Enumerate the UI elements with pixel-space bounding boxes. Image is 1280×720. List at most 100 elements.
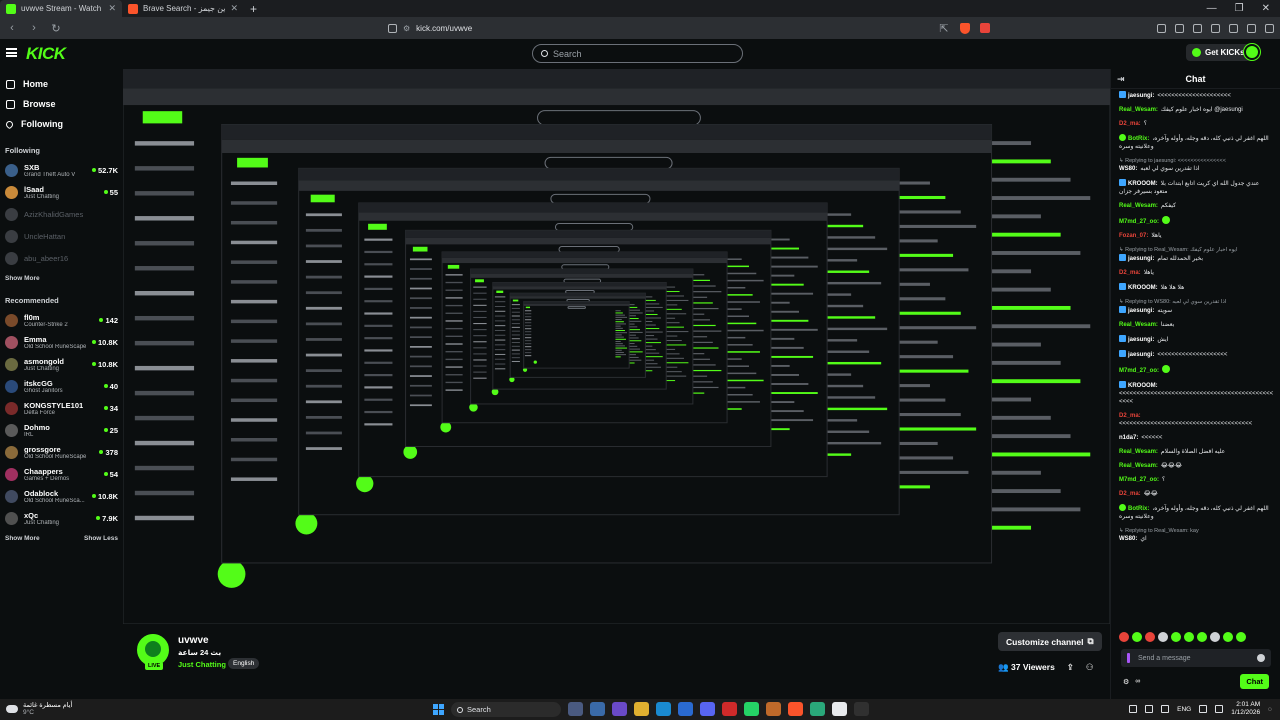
emote-icon[interactable]	[1223, 632, 1233, 642]
infinity-icon[interactable]: ∞	[1135, 678, 1140, 685]
stream-category[interactable]: Just Chatting	[178, 660, 226, 669]
task-view-icon[interactable]	[568, 702, 583, 716]
chat-username[interactable]: Real_Wesam:	[1119, 463, 1158, 469]
browser-tab-brave-search[interactable]: Brave Search - بكاين جيمز ✕	[122, 0, 244, 17]
tray-app-icon[interactable]	[1161, 705, 1170, 713]
app-icon[interactable]	[810, 702, 825, 716]
chat-message[interactable]: jaesungi: ايش	[1119, 335, 1274, 344]
share-icon[interactable]: ⇱	[938, 22, 950, 35]
chat-username[interactable]: jaesungi:	[1128, 337, 1154, 343]
customize-channel-button[interactable]: Customize channel ⧉	[998, 632, 1102, 651]
user-avatar[interactable]	[1244, 44, 1260, 60]
emote-icon[interactable]	[1145, 632, 1155, 642]
chat-message[interactable]: jaesungi: <<<<<<<<<<<<<<<<<<<<	[1119, 350, 1274, 359]
chat-username[interactable]: jaesungi:	[1128, 256, 1154, 262]
chat-username[interactable]: D2_ma:	[1119, 413, 1141, 419]
chat-message[interactable]: M7md_27_oo:	[1119, 365, 1274, 375]
show-more-button[interactable]: Show More	[5, 535, 40, 542]
vpn-icon[interactable]	[1247, 23, 1256, 33]
chat-message[interactable]: Real_Wesam: عليه افضل الصلاة والسلام	[1119, 448, 1274, 456]
url-text[interactable]: kick.com/uvwve	[416, 24, 472, 33]
chat-settings-icon[interactable]: ⚙	[1123, 678, 1129, 686]
sidebar-channel[interactable]: Dohmo IRL 25	[0, 419, 123, 441]
sidebar-channel[interactable]: asmongold Just Chatting 10.8K	[0, 353, 123, 375]
close-icon[interactable]: ✕	[230, 3, 238, 14]
emote-icon[interactable]	[1184, 632, 1194, 642]
chat-message[interactable]: M7md_27_oo:	[1119, 216, 1274, 226]
emote-icon[interactable]	[1171, 632, 1181, 642]
opera-icon[interactable]	[722, 702, 737, 716]
chat-input[interactable]: Send a message	[1121, 649, 1271, 667]
add-friend-icon[interactable]: ⚇	[1086, 662, 1094, 673]
search-input[interactable]: Search	[532, 44, 743, 63]
emoji-picker-icon[interactable]	[1257, 654, 1265, 662]
clock[interactable]: 2:01 AM 1/12/2026	[1231, 701, 1260, 717]
new-tab-button[interactable]: +	[244, 2, 263, 16]
hamburger-menu-icon[interactable]	[6, 48, 17, 57]
mail-icon[interactable]	[678, 702, 693, 716]
sidebar-channel[interactable]: xQc Just Chatting 7.9K	[0, 507, 123, 529]
emote-icon[interactable]	[1210, 632, 1220, 642]
sidebar-item-browse[interactable]: Browse	[0, 94, 123, 114]
emote-icon[interactable]	[1132, 632, 1142, 642]
kick-logo[interactable]: KICK	[26, 44, 66, 64]
chat-message[interactable]: KROOOM: عندي جدول الله اي كريت اتابع ابتد…	[1119, 179, 1274, 196]
close-icon[interactable]: ✕	[108, 3, 116, 14]
address-bar[interactable]: ⚙ kick.com/uvwve	[388, 20, 928, 36]
chat-username[interactable]: n1da7:	[1119, 435, 1138, 441]
chat-message[interactable]: ↳ Replying to Real_Wesam: kay WS80: اي	[1119, 527, 1274, 543]
chat-message[interactable]: ↳ Replying to Real_Wesam: ايوه اخبار علو…	[1119, 246, 1274, 263]
chat-message[interactable]: ↳ Replying to jaesungi: <<<<<<<<<<<<<<< W…	[1119, 157, 1274, 173]
chat-message[interactable]: D2_ma: 😂😂	[1119, 490, 1274, 498]
sidebar-channel[interactable]: itskcGG Ghost Janitors 40	[0, 375, 123, 397]
emote-icon[interactable]	[1236, 632, 1246, 642]
chat-username[interactable]: Real_Wesam:	[1119, 449, 1158, 455]
sidebar-icon[interactable]	[1157, 23, 1166, 33]
reload-icon[interactable]: ↻	[50, 22, 62, 35]
downloads-icon[interactable]	[1229, 23, 1238, 33]
chat-message[interactable]: D2_ma: ؟	[1119, 120, 1274, 128]
chat-message[interactable]: KROOOM: <<<<<<<<<<<<<<<<<<<<<<<<<<<<<<<<<…	[1119, 381, 1274, 406]
widgets-icon[interactable]	[590, 702, 605, 716]
reading-list-icon[interactable]	[1193, 23, 1202, 33]
chat-message[interactable]: KROOOM: هلا هلا هلا	[1119, 283, 1274, 292]
taskbar-search[interactable]: Search	[451, 702, 561, 717]
brave-rewards-icon[interactable]	[980, 23, 990, 33]
sidebar-channel[interactable]: grossgore Old School RuneScape 378	[0, 441, 123, 463]
chat-username[interactable]: M7md_27_oo:	[1119, 368, 1159, 374]
chat-username[interactable]: Real_Wesam:	[1119, 203, 1158, 209]
channel-name[interactable]: uvwve	[178, 635, 209, 646]
whatsapp-icon[interactable]	[744, 702, 759, 716]
show-more-button[interactable]: Show More	[5, 275, 40, 282]
chat-username[interactable]: WS80:	[1119, 166, 1137, 172]
chat-message[interactable]: Fozan_07: ياهلا	[1119, 232, 1274, 240]
chat-username[interactable]: D2_ma:	[1119, 270, 1141, 276]
wifi-icon[interactable]	[1199, 705, 1208, 713]
bookmark-icon[interactable]	[388, 23, 397, 33]
volume-icon[interactable]	[1215, 705, 1224, 713]
emote-icon[interactable]	[1158, 632, 1168, 642]
capcut-icon[interactable]	[854, 702, 869, 716]
notepad-icon[interactable]	[832, 702, 847, 716]
sidebar-item-home[interactable]: Home	[0, 74, 123, 94]
chat-message[interactable]: M7md_27_oo: ؟	[1119, 476, 1274, 484]
menu-icon[interactable]	[1265, 23, 1274, 33]
sidebar-channel[interactable]: AzizKhalidGames	[0, 203, 123, 225]
chat-message[interactable]: BotRix: اللهم اغفر لي ذنبي كله، دقه وجله،…	[1119, 504, 1274, 521]
tray-app-icon[interactable]	[1145, 705, 1154, 713]
chat-message[interactable]: jaesungi: <<<<<<<<<<<<<<<<<<<<<	[1119, 91, 1274, 100]
chat-message[interactable]: n1da7: <<<<<<	[1119, 434, 1274, 442]
forward-icon[interactable]: ›	[28, 22, 40, 34]
app-icon[interactable]	[766, 702, 781, 716]
tray-arrow-icon[interactable]	[1129, 705, 1138, 713]
notification-icon[interactable]: ◌	[1268, 706, 1272, 713]
video-player[interactable]	[123, 69, 1110, 624]
emote-icon[interactable]	[1197, 632, 1207, 642]
chat-message[interactable]: ↳ Replying to WS80: اذا تقدرين سوي لي لع…	[1119, 298, 1274, 315]
chat-message[interactable]: D2_ma: ياهلا	[1119, 269, 1274, 277]
chat-username[interactable]: D2_ma:	[1119, 121, 1141, 127]
back-icon[interactable]: ‹	[6, 22, 18, 34]
chat-message[interactable]: D2_ma: <<<<<<<<<<<<<<<<<<<<<<<<<<<<<<<<<<…	[1119, 412, 1274, 428]
chat-username[interactable]: Real_Wesam:	[1119, 107, 1158, 113]
chat-username[interactable]: D2_ma:	[1119, 491, 1141, 497]
